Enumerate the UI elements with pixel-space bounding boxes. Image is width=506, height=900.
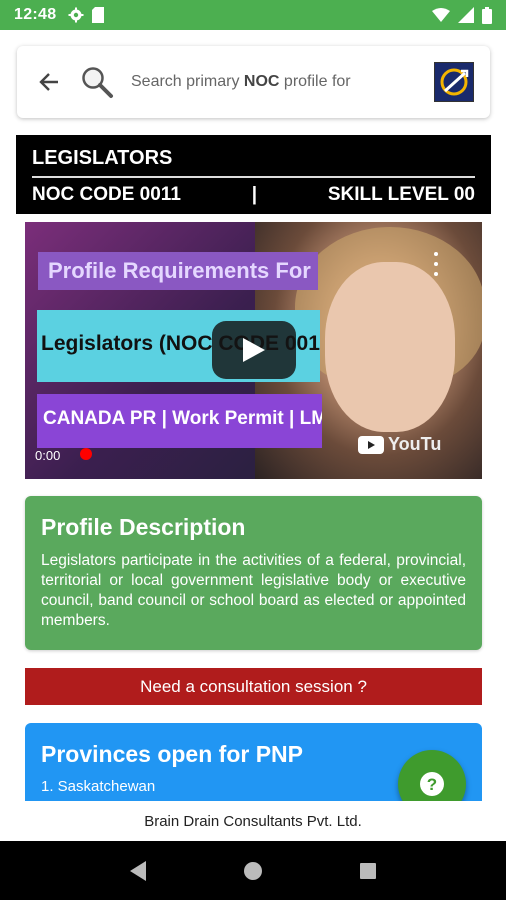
presenter-face [325,262,455,432]
noc-separator: | [251,184,258,205]
search-placeholder-prefix: Search primary [131,73,244,90]
footer-company: Brain Drain Consultants Pvt. Ltd. [0,801,506,841]
youtube-icon[interactable]: YouTu [358,434,441,455]
svg-text:?: ? [427,775,437,794]
signal-icon [458,7,474,23]
noc-header: LEGISLATORS NOC CODE 0011 | SKILL LEVEL … [16,135,491,214]
system-nav-bar [0,841,506,900]
status-right-icons [432,6,492,24]
noc-divider [32,176,475,178]
nav-back-button[interactable] [118,851,158,891]
settings-icon [68,7,84,23]
status-left-icons [68,7,105,23]
app-logo-icon [434,62,474,102]
sd-card-icon [92,7,105,23]
provinces-title: Provinces open for PNP [41,741,304,767]
search-placeholder-bold: NOC [243,73,280,90]
search-placeholder-suffix: profile for [279,73,351,90]
back-button[interactable] [33,66,65,98]
battery-icon [482,6,492,24]
nav-home-icon [243,861,262,880]
video-banner-tags: CANADA PR | Work Permit | LMIA [37,394,322,448]
profile-title: Profile Description [41,514,246,540]
play-button[interactable] [212,321,296,379]
nav-recents-button[interactable] [348,851,388,891]
search-input[interactable]: Search primary NOC profile for [131,73,351,91]
nav-home-button[interactable] [233,851,273,891]
more-vert-icon[interactable] [430,252,442,276]
consultation-button[interactable]: Need a consultation session ? [25,668,482,705]
youtube-play-badge [358,435,384,454]
nav-back-icon [129,860,146,881]
youtube-video-player[interactable]: Profile Requirements For Legislators (NO… [25,222,482,479]
search-bar[interactable]: Search primary NOC profile for [17,46,490,118]
play-icon [243,338,265,362]
wifi-icon [432,8,450,22]
profile-text: Legislators participate in the activitie… [41,552,466,629]
status-bar: 12:48 [0,0,506,30]
video-banner-title: Profile Requirements For [38,252,318,290]
nav-recents-icon [360,862,377,879]
youtube-label: YouTu [388,434,442,454]
magnifier-icon [79,64,115,100]
noc-info-row: NOC CODE 0011 | SKILL LEVEL 00 [32,184,475,206]
noc-code: NOC CODE 0011 [32,184,181,205]
help-icon: ? [420,772,444,796]
video-time: 0:00 [35,448,61,463]
noc-title: LEGISLATORS [32,147,173,169]
profile-description-card: Profile Description Legislators particip… [25,496,482,650]
video-progress-handle[interactable] [80,448,92,460]
skill-level: SKILL LEVEL 00 [327,184,475,205]
back-arrow-icon [39,73,58,91]
status-time: 12:48 [14,6,57,23]
